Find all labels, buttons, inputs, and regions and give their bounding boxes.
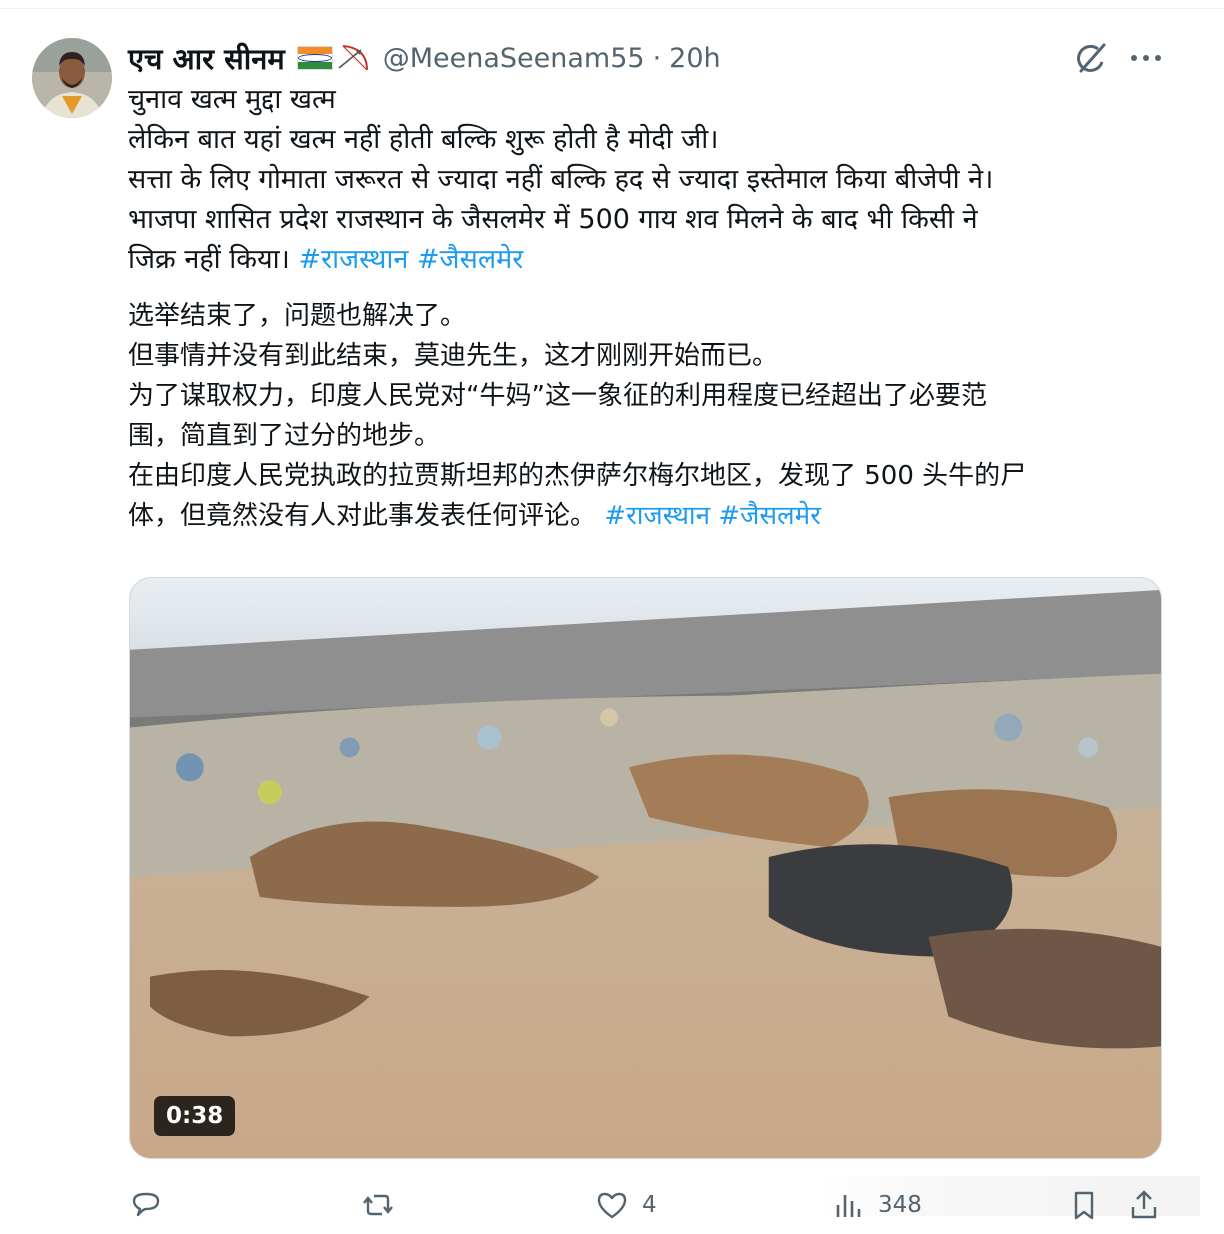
chinese-line: 体，但竟然没有人对此事发表任何评论。 (128, 501, 597, 531)
like-button[interactable]: 4 (594, 1180, 657, 1230)
views-icon (836, 1195, 861, 1217)
chinese-line: 选举结束了，问题也解决了。 (128, 301, 467, 331)
reply-icon (132, 1192, 160, 1217)
more-icon[interactable] (1126, 42, 1166, 74)
hashtag-rajasthan[interactable]: #राजस्थान (604, 501, 710, 531)
hindi-line: सत्ता के लिए गोमाता जरूरत से ज्यादा नहीं… (128, 164, 994, 195)
hindi-line: चुनाव खत्म मुद्दा खत्म (128, 84, 336, 115)
video-player[interactable]: 0:38 (129, 577, 1162, 1159)
bookmark-icon (1074, 1191, 1094, 1220)
top-divider (0, 8, 1224, 9)
india-flag-icon (296, 46, 333, 70)
reply-button[interactable] (128, 1180, 164, 1230)
views-button[interactable]: 348 (830, 1180, 922, 1230)
hindi-line: जिक्र नहीं किया। (128, 244, 290, 275)
chinese-line: 为了谋取权力，印度人民党对“牛妈”这一象征的利用程度已经超出了必要范 (128, 381, 987, 411)
hashtag-rajasthan[interactable]: #राजस्थान (298, 244, 408, 275)
tweet-header: एच आर सीनम @MeenaSeenam55 · 20h (128, 38, 721, 78)
retweet-button[interactable] (360, 1180, 396, 1230)
chinese-line: 在由印度人民党执政的拉贾斯坦邦的杰伊萨尔梅尔地区，发现了 500 头牛的尸 (128, 461, 1027, 491)
like-count: 4 (642, 1192, 657, 1218)
tweet-text: चुनाव खत्म मुद्दा खत्म लेकिन बात यहां खत… (128, 80, 1168, 536)
views-count: 348 (878, 1192, 922, 1218)
tweet-actions: 4 348 (128, 1180, 1198, 1234)
chinese-line: 但事情并没有到此结束，莫迪先生，这才刚刚开始而已。 (128, 341, 779, 371)
chinese-line-with-hashtags: 体，但竟然没有人对此事发表任何评论。 #राजस्थान #जैसलमेर (128, 496, 1168, 536)
hindi-line-with-hashtags: जिक्र नहीं किया। #राजस्थान #जैसलमेर (128, 240, 1168, 280)
bookmark-button[interactable] (1066, 1180, 1102, 1230)
chinese-line: 围，简直到了过分的地步。 (128, 421, 441, 451)
avatar[interactable] (32, 38, 112, 118)
separator-dot: · (652, 42, 662, 74)
timestamp[interactable]: 20h (669, 43, 720, 74)
video-duration-badge: 0:38 (154, 1096, 236, 1136)
hashtag-jaisalmer[interactable]: #जैसलमेर (718, 501, 820, 531)
grok-icon[interactable] (1072, 40, 1110, 78)
bow-arrow-icon (338, 45, 368, 71)
hashtag-jaisalmer[interactable]: #जैसलमेर (417, 244, 523, 275)
hindi-line: भाजपा शासित प्रदेश राजस्थान के जैसलमेर म… (128, 204, 978, 235)
avatar-image (32, 38, 112, 118)
video-thumbnail (130, 578, 1161, 1158)
hindi-line: लेकिन बात यहां खत्म नहीं होती बल्कि शुरू… (128, 124, 719, 155)
share-button[interactable] (1126, 1180, 1162, 1230)
share-icon (1131, 1190, 1157, 1219)
display-name[interactable]: एच आर सीनम (128, 39, 285, 78)
retweet-icon (363, 1194, 393, 1216)
heart-icon (597, 1192, 627, 1219)
user-handle[interactable]: @MeenaSeenam55 (383, 43, 645, 74)
